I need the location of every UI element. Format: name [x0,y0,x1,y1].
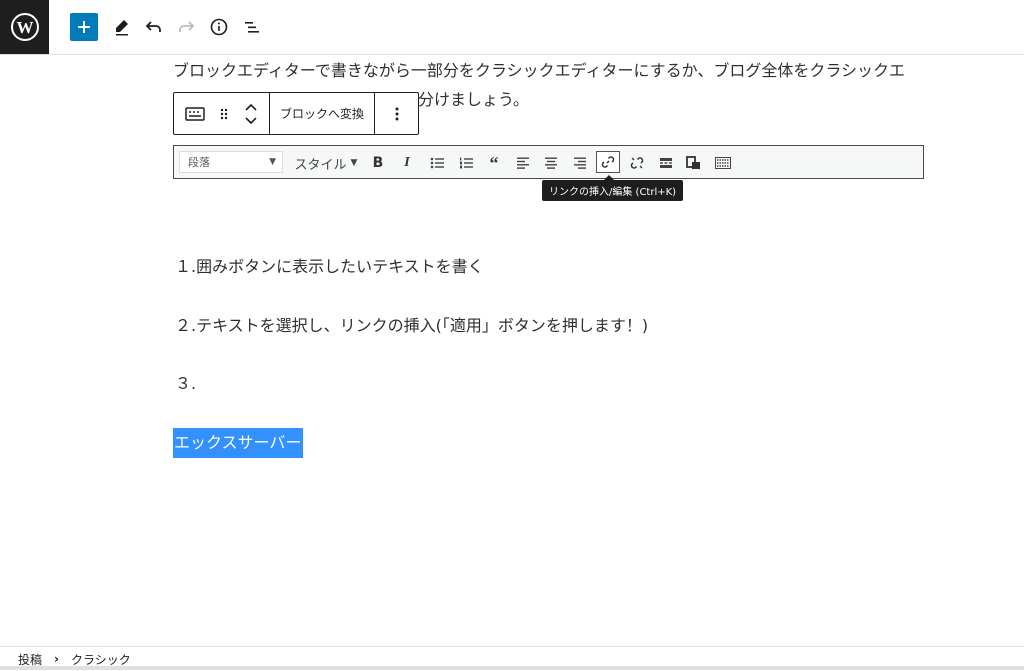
info-icon [210,18,228,36]
chevron-down-icon: ▼ [350,158,358,168]
align-center-icon [545,157,557,169]
link-icon [601,156,615,168]
unlink-icon [630,157,644,169]
read-more-icon [660,158,672,168]
style-dropdown[interactable]: スタイル ▼ [292,151,360,175]
step-3-text[interactable]: ３. [175,372,196,396]
move-up-down-icon[interactable] [244,102,258,126]
add-block-button[interactable] [70,13,98,41]
editor-header: W [0,0,1024,55]
redo-icon [179,21,195,32]
unlink-button[interactable] [625,151,649,175]
toolbar-toggle-button[interactable] [711,151,735,175]
step-2-text[interactable]: ２.テキストを選択し、リンクの挿入(「適用」ボタンを押します！) [175,314,648,338]
more-options-button[interactable] [375,93,418,134]
wordpress-logo-icon[interactable]: W [0,0,49,54]
undo-icon [145,21,161,32]
details-button[interactable] [205,13,233,41]
breadcrumb-current[interactable]: クラシック [71,651,131,668]
block-toolbar: ブロックへ変換 [173,92,419,135]
block-mover-group [174,93,270,134]
selected-text[interactable]: エックスサーバー [173,428,304,458]
convert-to-blocks-button[interactable]: ブロックへ変換 [270,93,375,134]
intro-paragraph-line1[interactable]: ブロックエディターで書きながら一部分をクラシックエディターにするか、ブログ全体を… [173,59,905,83]
format-select[interactable]: 段落 ▼ [179,151,283,173]
align-right-button[interactable] [568,151,592,175]
classic-editor-toolbar: 段落 ▼ スタイル ▼ B I “ [173,145,924,179]
bullet-list-icon [430,157,444,169]
bold-button[interactable]: B [367,151,389,175]
align-left-icon [517,157,529,169]
numbered-list-button[interactable] [454,151,478,175]
intro-paragraph-line2[interactable]: 分けましょう。 [418,88,529,112]
italic-button[interactable]: I [396,151,418,175]
insert-link-button[interactable] [596,151,620,173]
quote-icon: “ [489,152,499,173]
style-dropdown-label: スタイル [294,157,347,173]
more-vertical-icon [395,107,398,120]
edit-pencil-icon [116,20,128,36]
footer-divider [0,666,1024,670]
drag-handle-icon[interactable] [219,107,229,121]
step-1-text[interactable]: １.囲みボタンに表示したいテキストを書く [175,255,484,279]
align-right-icon [574,157,586,169]
paste-text-button[interactable] [682,151,706,175]
list-view-button[interactable] [238,13,266,41]
breadcrumb-root[interactable]: 投稿 [18,651,42,668]
numbered-list-icon [460,157,473,169]
list-view-icon [245,22,259,33]
align-center-button[interactable] [539,151,563,175]
bullet-list-button[interactable] [425,151,449,175]
chevron-down-icon: ▼ [269,157,276,167]
redo-button[interactable] [172,13,200,41]
read-more-button[interactable] [654,151,678,175]
paste-text-icon [686,156,700,169]
tools-button[interactable] [108,13,136,41]
undo-button[interactable] [140,13,168,41]
plus-icon [78,21,90,33]
breadcrumb-separator-icon: › [54,652,59,666]
keyboard-icon [715,157,731,169]
align-left-button[interactable] [511,151,535,175]
link-tooltip: リンクの挿入/編集 (Ctrl+K) [542,175,684,201]
blockquote-button[interactable]: “ [482,151,506,175]
classic-block-icon[interactable] [185,106,205,121]
format-select-value: 段落 [188,156,210,169]
svg-text:W: W [16,18,33,37]
